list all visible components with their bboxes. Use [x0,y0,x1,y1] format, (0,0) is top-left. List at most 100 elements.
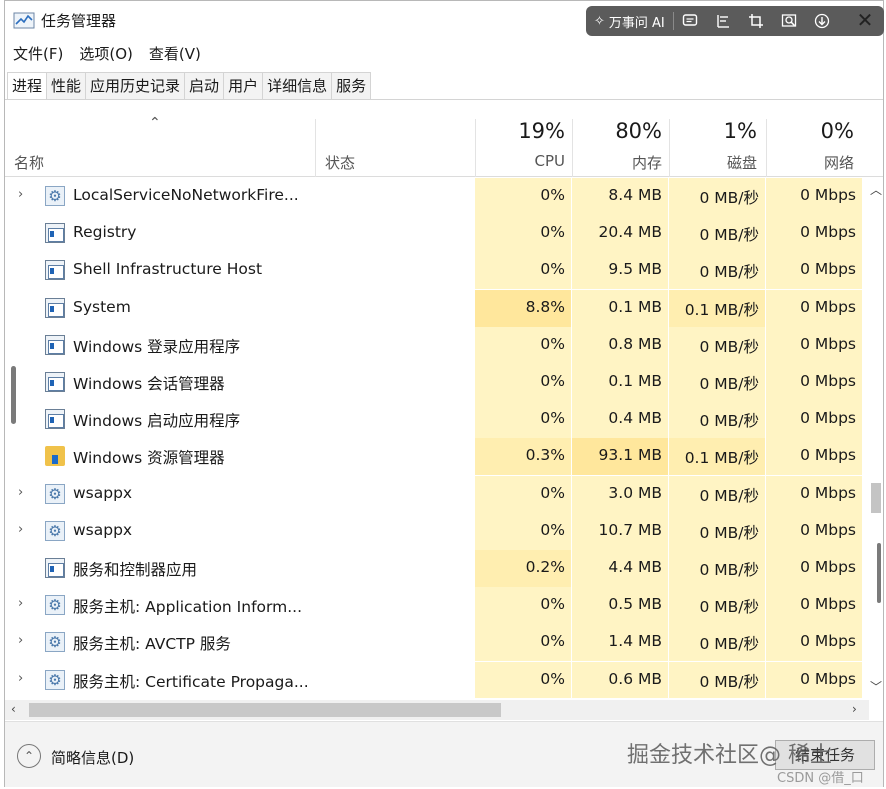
ai-ask-button[interactable]: ✧ 万事问 AI [586,6,673,36]
download-icon[interactable] [806,6,839,36]
network-cell: 0 Mbps [766,587,862,625]
process-row[interactable]: › ⚙ wsappx 0% 3.0 MB 0 MB/秒 0 Mbps [5,475,869,513]
app-icon [45,334,65,355]
disk-total[interactable]: 1% [669,119,757,143]
scroll-down-icon[interactable]: ﹀ [869,678,883,695]
disk-cell: 0 MB/秒 [669,364,765,401]
process-name: wsappx [73,520,133,539]
gear-icon: ⚙ [45,632,65,653]
tab-processes[interactable]: 进程 [7,72,48,100]
cpu-cell: 0% [475,512,571,550]
menu-bar: 文件(F) 选项(O) 查看(V) [5,41,209,67]
process-row[interactable]: Windows 启动应用程序 0% 0.4 MB 0 MB/秒 0 Mbps [5,401,869,439]
expand-chevron-icon[interactable]: › [18,671,23,686]
column-cpu[interactable]: CPU [475,152,566,170]
process-row[interactable]: › ⚙ 服务主机: Certificate Propaga... 0% 0.6 MB 0 … [5,661,869,698]
process-row[interactable]: System 8.8% 0.1 MB 0.1 MB/秒 0 Mbps [5,289,869,327]
scroll-right-icon[interactable]: › [852,702,857,716]
process-row[interactable]: Windows 会话管理器 0% 0.1 MB 0 MB/秒 0 Mbps [5,364,869,401]
menu-file[interactable]: 文件(F) [5,41,71,67]
memory-total[interactable]: 80% [572,119,662,143]
process-row[interactable]: › ⚙ 服务主机: Application Inform... 0% 0.5 MB 0 M… [5,587,869,625]
gear-icon: ⚙ [45,483,65,504]
cpu-cell: 0.2% [475,550,571,587]
expand-chevron-icon[interactable]: › [18,485,23,500]
scroll-up-icon[interactable]: ︿ [869,181,883,198]
process-name: 服务和控制器应用 [73,561,198,579]
disk-cell: 0 MB/秒 [669,178,765,215]
column-status[interactable]: 状态 [325,152,355,173]
cpu-cell: 0.3% [475,438,571,476]
process-name: 服务主机: Application Inform... [73,598,302,617]
fewer-details-link[interactable]: 简略信息(D) [51,747,134,768]
process-name: Windows 资源管理器 [73,449,225,468]
horizontal-scrollbar[interactable]: ‹ › [5,700,869,720]
process-row[interactable]: › ⚙ 服务主机: AVCTP 服务 0% 1.4 MB 0 MB/秒 0 Mbps [5,624,869,662]
process-name: Shell Infrastructure Host [73,260,263,279]
process-name: LocalServiceNoNetworkFire... [73,186,299,204]
network-cell: 0 Mbps [766,550,862,587]
memory-cell: 0.1 MB [572,289,668,327]
expand-chevron-icon[interactable]: › [18,596,23,611]
process-row[interactable]: 服务和控制器应用 0.2% 4.4 MB 0 MB/秒 0 Mbps [5,550,869,587]
memory-cell: 93.1 MB [572,438,668,476]
tab-users[interactable]: 用户 [223,72,264,100]
tab-details[interactable]: 详细信息 [262,72,333,100]
scroll-left-icon[interactable]: ‹ [11,702,16,716]
memory-cell: 0.8 MB [572,326,668,364]
tab-app-history[interactable]: 应用历史记录 [85,72,186,100]
process-name: Windows 登录应用程序 [73,337,241,356]
disk-cell: 0 MB/秒 [669,661,765,698]
memory-cell: 4.4 MB [572,550,668,587]
menu-view[interactable]: 查看(V) [141,41,209,67]
process-row[interactable]: › ⚙ wsappx 0% 10.7 MB 0 MB/秒 0 Mbps [5,512,869,550]
memory-cell: 9.5 MB [572,252,668,290]
horizontal-scroll-thumb[interactable] [29,703,501,717]
column-name[interactable]: 名称 [14,152,44,173]
network-cell: 0 Mbps [766,289,862,327]
cpu-total[interactable]: 19% [475,119,565,143]
process-row[interactable]: Windows 登录应用程序 0% 0.8 MB 0 MB/秒 0 Mbps [5,326,869,364]
disk-cell: 0 MB/秒 [669,326,765,364]
collapse-icon[interactable]: ⌃ [17,744,41,768]
vertical-scroll-thumb[interactable] [871,483,881,513]
sort-caret-icon: ⌃ [149,115,161,131]
vertical-scrollbar[interactable]: ︿ ﹀ [869,178,883,698]
comment-icon[interactable] [674,6,707,36]
disk-cell: 0 MB/秒 [669,512,765,550]
cpu-cell: 0% [475,475,571,513]
expand-chevron-icon[interactable]: › [18,187,23,202]
divider [315,119,316,177]
network-cell: 0 Mbps [766,512,862,550]
app-icon [45,409,65,430]
process-row[interactable]: Windows 资源管理器 0.3% 93.1 MB 0.1 MB/秒 0 Mbps [5,438,869,476]
tab-services[interactable]: 服务 [331,72,372,100]
app-icon [45,260,65,281]
process-row[interactable]: Registry 0% 20.4 MB 0 MB/秒 0 Mbps [5,215,869,253]
disk-cell: 0.1 MB/秒 [669,289,765,327]
process-row[interactable]: › ⚙ LocalServiceNoNetworkFire... 0% 8.4 MB 0 … [5,178,869,215]
format-icon[interactable] [707,6,740,36]
disk-cell: 0 MB/秒 [669,401,765,439]
app-icon [45,372,65,392]
disk-cell: 0 MB/秒 [669,475,765,513]
crop-icon[interactable] [740,6,773,36]
tab-startup[interactable]: 启动 [184,72,225,100]
expand-chevron-icon[interactable]: › [18,522,23,537]
memory-cell: 0.5 MB [572,587,668,625]
expand-chevron-icon[interactable]: › [18,633,23,648]
column-disk[interactable]: 磁盘 [669,152,757,173]
column-memory[interactable]: 内存 [572,152,662,173]
zoom-icon[interactable] [773,6,806,36]
network-cell: 0 Mbps [766,178,862,215]
task-manager-window: 任务管理器 ✧ 万事问 AI ✕ 文件(F) 选项(O) 查看(V) 进程 性能… [4,0,884,787]
disk-cell: 0 MB/秒 [669,624,765,662]
tab-performance[interactable]: 性能 [46,72,87,100]
column-network[interactable]: 网络 [766,152,854,173]
menu-options[interactable]: 选项(O) [71,41,141,67]
network-total[interactable]: 0% [766,119,854,143]
network-cell: 0 Mbps [766,326,862,364]
process-row[interactable]: Shell Infrastructure Host 0% 9.5 MB 0 MB/秒 0… [5,252,869,290]
close-icon[interactable]: ✕ [852,6,878,34]
cpu-cell: 0% [475,252,571,290]
